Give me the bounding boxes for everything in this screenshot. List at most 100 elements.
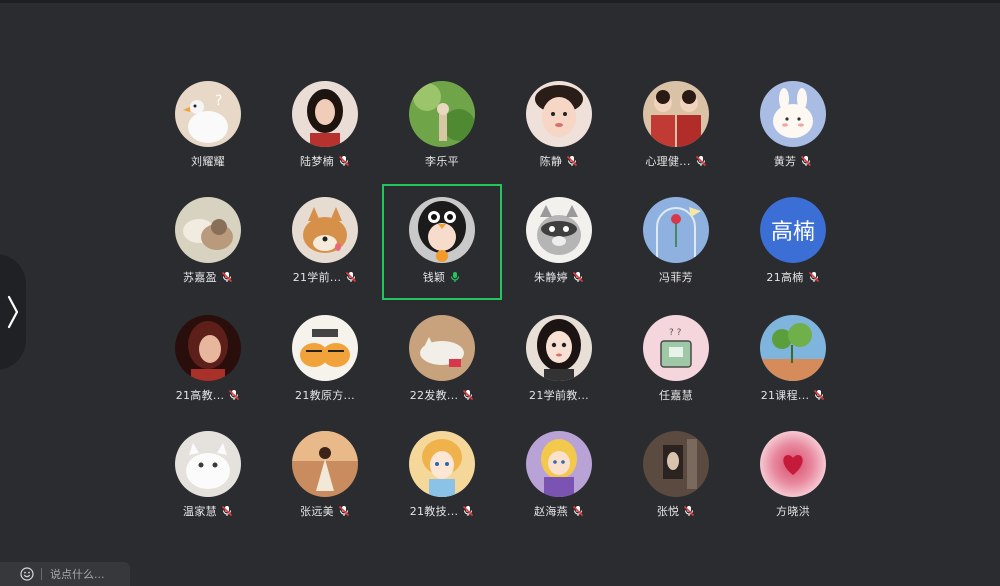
participant-label: 21学前...	[293, 269, 358, 285]
mic-muted-icon	[814, 389, 825, 401]
mic-muted-icon	[221, 271, 233, 283]
participant-tile[interactable]: 陆梦楠	[267, 70, 383, 182]
participant-tile[interactable]: 张远美	[267, 420, 383, 532]
participant-tile[interactable]: 赵海燕	[501, 420, 617, 532]
host-badge	[436, 250, 448, 262]
participant-name: 苏嘉盈	[183, 271, 217, 284]
participant-name: 任嘉慧	[659, 389, 693, 402]
participant-name: 22发教...	[409, 389, 459, 402]
participant-tile[interactable]: ? ? 任嘉慧	[618, 304, 734, 416]
mic-muted-icon	[572, 505, 584, 517]
avatar-text: 高楠	[760, 197, 826, 263]
participant-name: 21教技...	[409, 505, 459, 518]
participant-label: 陈静	[540, 153, 579, 169]
mic-muted-icon	[221, 505, 233, 517]
avatar	[643, 81, 709, 147]
participant-label: 心理健...	[645, 153, 706, 169]
avatar	[643, 197, 709, 263]
divider	[41, 568, 42, 580]
avatar	[526, 81, 592, 147]
avatar	[409, 315, 475, 381]
participant-label: 张远美	[300, 503, 350, 519]
participant-label: 21高教...	[176, 387, 241, 403]
avatar	[292, 197, 358, 263]
avatar	[409, 81, 475, 147]
mic-muted-icon	[684, 505, 695, 517]
participant-tile[interactable]: 21学前教...	[501, 304, 617, 416]
participant-name: 赵海燕	[534, 505, 568, 518]
participant-grid: ? 刘耀耀 陆梦楠 李乐平 陈静 心理健... 黄芳 苏嘉盈 21学前... 钱…	[0, 0, 1000, 586]
avatar: ? ?	[643, 315, 709, 381]
participant-name: 刘耀耀	[191, 155, 225, 168]
participant-tile[interactable]: 黄芳	[735, 70, 851, 182]
mic-muted-icon	[338, 505, 350, 517]
participant-tile[interactable]: 22发教...	[384, 304, 500, 416]
avatar	[643, 431, 709, 497]
avatar	[526, 431, 592, 497]
emoji-icon[interactable]	[20, 567, 34, 581]
participant-label: 苏嘉盈	[183, 269, 233, 285]
participant-label: 张悦	[657, 503, 696, 519]
participant-tile[interactable]: 21教原方...	[267, 304, 383, 416]
participant-name: 朱静婷	[534, 271, 568, 284]
participant-name: 21学前...	[292, 271, 342, 284]
avatar	[175, 197, 241, 263]
participant-tile[interactable]: 21高教...	[150, 304, 266, 416]
avatar	[292, 315, 358, 381]
participant-label: 钱颖	[423, 269, 462, 285]
svg-text:? ?: ? ?	[669, 328, 682, 338]
chat-input-bar	[0, 562, 130, 586]
participant-tile[interactable]: 冯菲芳	[618, 186, 734, 298]
user-icon	[436, 250, 475, 263]
participant-label: 方晓洪	[776, 503, 810, 519]
participant-tile[interactable]: 温家慧	[150, 420, 266, 532]
avatar: ?	[175, 81, 241, 147]
participant-tile[interactable]: ? 刘耀耀	[150, 70, 266, 182]
participant-label: 21教原方...	[295, 387, 355, 403]
participant-tile[interactable]: 21课程...	[735, 304, 851, 416]
avatar	[409, 431, 475, 497]
mic-muted-icon	[801, 155, 812, 167]
participant-name: 21学前教...	[529, 389, 589, 402]
participant-label: 李乐平	[425, 153, 459, 169]
participant-name: 张远美	[300, 505, 334, 518]
participant-tile[interactable]: 李乐平	[384, 70, 500, 182]
participant-name: 黄芳	[773, 155, 797, 168]
mic-muted-icon	[695, 155, 706, 167]
participant-name: 温家慧	[183, 505, 217, 518]
mic-muted-icon	[338, 155, 350, 167]
mic-muted-icon	[808, 271, 819, 283]
participant-tile[interactable]: 21教技...	[384, 420, 500, 532]
participant-tile[interactable]: 朱静婷	[501, 186, 617, 298]
avatar	[292, 431, 358, 497]
participant-tile[interactable]: 心理健...	[618, 70, 734, 182]
participant-tile[interactable]: 方晓洪	[735, 420, 851, 532]
avatar	[760, 431, 826, 497]
avatar	[760, 315, 826, 381]
participant-label: 冯菲芳	[659, 269, 693, 285]
participant-tile[interactable]: 高楠 21高楠	[735, 186, 851, 298]
participant-name: 李乐平	[425, 155, 459, 168]
mic-muted-icon	[229, 389, 240, 401]
participant-tile[interactable]: 苏嘉盈	[150, 186, 266, 298]
participant-label: 21教技...	[410, 503, 475, 519]
chat-input[interactable]	[50, 564, 125, 584]
participant-name: 陈静	[539, 155, 563, 168]
participant-tile[interactable]: 陈静	[501, 70, 617, 182]
participant-name: 钱颖	[422, 271, 446, 284]
participant-label: 22发教...	[410, 387, 475, 403]
participant-name: 21高教...	[175, 389, 225, 402]
participant-label: 任嘉慧	[659, 387, 693, 403]
participant-name: 冯菲芳	[659, 271, 693, 284]
participant-tile-active[interactable]: 钱颖	[382, 184, 502, 300]
avatar	[292, 81, 358, 147]
participant-tile[interactable]: 21学前...	[267, 186, 383, 298]
participant-label: 温家慧	[183, 503, 233, 519]
participant-label: 朱静婷	[534, 269, 584, 285]
participant-label: 21课程...	[761, 387, 826, 403]
mic-speaking-icon	[451, 272, 460, 282]
participant-name: 方晓洪	[776, 505, 810, 518]
avatar	[526, 197, 592, 263]
participant-tile[interactable]: 张悦	[618, 420, 734, 532]
mic-muted-icon	[567, 155, 578, 167]
